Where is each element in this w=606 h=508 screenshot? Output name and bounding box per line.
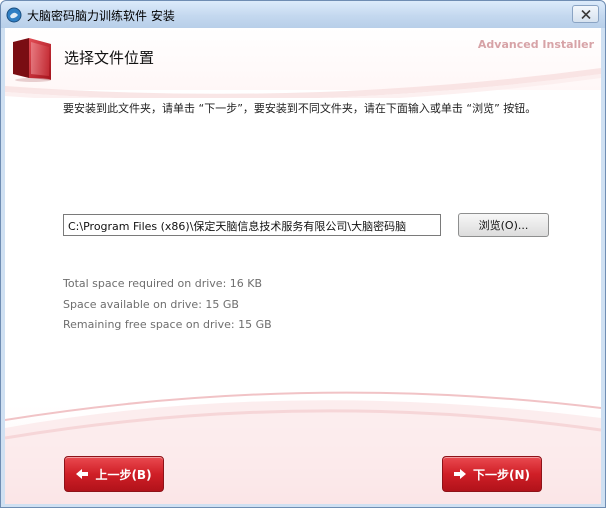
install-path-input[interactable]: C:\Program Files (x86)\保定天脑信息技术服务有限公司\大脑… bbox=[63, 214, 441, 236]
title-bar[interactable]: 大脑密码脑力训练软件 安装 bbox=[1, 1, 605, 28]
arrow-right-icon bbox=[453, 469, 466, 479]
page-title: 选择文件位置 bbox=[64, 49, 155, 67]
folder-icon bbox=[11, 34, 55, 85]
next-button[interactable]: 下一步(N) bbox=[442, 456, 542, 492]
dialog-body: 选择文件位置 Advanced Installer 要安装到此文件夹，请单击 “… bbox=[5, 28, 601, 504]
installer-window: 大脑密码脑力训练软件 安装 选择文件位置 Advanced Installer … bbox=[0, 0, 606, 508]
instruction-text: 要安装到此文件夹，请单击 “下一步”，要安装到不同文件夹，请在下面输入或单击 “… bbox=[63, 102, 537, 115]
space-info: Total space required on drive: 16 KB Spa… bbox=[63, 274, 272, 336]
arrow-left-icon bbox=[76, 469, 89, 479]
window-title: 大脑密码脑力训练软件 安装 bbox=[27, 9, 175, 23]
space-required-text: Total space required on drive: 16 KB bbox=[63, 277, 263, 290]
close-button[interactable] bbox=[572, 5, 599, 23]
next-button-label: 下一步(N) bbox=[472, 467, 530, 482]
space-remaining-text: Remaining free space on drive: 15 GB bbox=[63, 318, 272, 331]
close-icon bbox=[581, 10, 591, 19]
back-button-label: 上一步(B) bbox=[95, 467, 152, 482]
brand-label: Advanced Installer bbox=[477, 38, 594, 51]
browse-button[interactable]: 浏览(O)... bbox=[458, 213, 549, 237]
app-icon[interactable] bbox=[6, 7, 22, 23]
back-button[interactable]: 上一步(B) bbox=[64, 456, 164, 492]
space-available-text: Space available on drive: 15 GB bbox=[63, 297, 239, 311]
